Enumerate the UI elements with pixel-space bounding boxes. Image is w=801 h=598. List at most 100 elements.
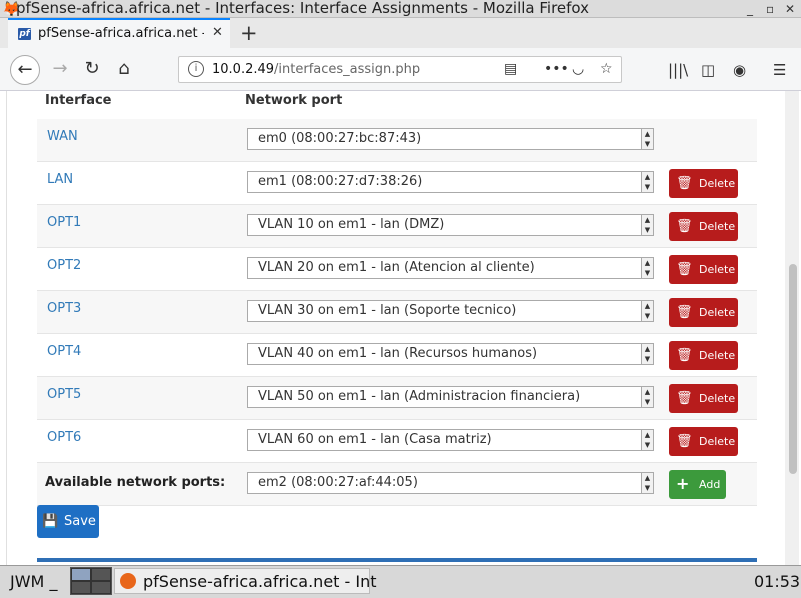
interface-link[interactable]: OPT6 xyxy=(47,430,81,445)
select-arrow-icon: ▲ ▼ xyxy=(641,387,653,407)
home-icon[interactable]: ⌂ xyxy=(110,56,138,82)
window-title: pfSense-africa.africa.net - Interfaces: … xyxy=(16,0,590,17)
add-label: Add xyxy=(699,478,721,491)
tab-pfsense[interactable]: pf pfSense-africa.africa.net - ✕ xyxy=(8,18,230,48)
trash-icon: 🗑 xyxy=(676,391,693,406)
table-header: Interface Network port xyxy=(37,91,757,120)
select-arrow-icon: ▲ ▼ xyxy=(641,258,653,278)
network-port-select[interactable]: em0 (08:00:27:bc:87:43) ▲ ▼ xyxy=(247,128,654,150)
available-port-select[interactable]: em2 (08:00:27:af:44:05) ▲ ▼ xyxy=(247,472,654,494)
url-host: 10.0.2.49 xyxy=(212,62,275,77)
delete-button[interactable]: 🗑 Delete xyxy=(669,341,738,370)
delete-label: Delete xyxy=(699,392,736,405)
workspace-3[interactable] xyxy=(71,581,91,594)
network-port-select[interactable]: VLAN 30 on em1 - lan (Soporte tecnico) ▲ ▼ xyxy=(247,300,654,322)
url-text[interactable]: 10.0.2.49/interfaces_assign.php xyxy=(212,62,420,77)
wm-menu-button[interactable]: JWM _ xyxy=(10,572,57,591)
plus-icon: + xyxy=(676,474,690,493)
available-ports-row: Available network ports: em2 (08:00:27:a… xyxy=(37,463,757,506)
tab-label: pfSense-africa.africa.net - xyxy=(38,26,204,41)
interface-link[interactable]: OPT3 xyxy=(47,301,81,316)
forward-arrow-icon[interactable]: → xyxy=(46,56,74,82)
select-arrow-icon: ▲ ▼ xyxy=(641,301,653,321)
delete-button[interactable]: 🗑 Delete xyxy=(669,384,738,413)
sidebar-icon[interactable]: ◫ xyxy=(701,61,715,79)
select-arrow-icon: ▲ ▼ xyxy=(641,215,653,235)
footer-accent-bar xyxy=(37,558,757,562)
account-icon[interactable]: ◉ xyxy=(733,61,746,79)
taskbar-firefox-task[interactable]: pfSense-africa.africa.net - Int xyxy=(114,568,377,594)
add-button[interactable]: + Add xyxy=(669,470,726,499)
delete-label: Delete xyxy=(699,177,736,190)
trash-icon: 🗑 xyxy=(676,434,693,449)
interface-link[interactable]: OPT2 xyxy=(47,258,81,273)
network-port-select[interactable]: VLAN 40 on em1 - lan (Recursos humanos) ▲… xyxy=(247,343,654,365)
select-value: em1 (08:00:27:d7:38:26) xyxy=(258,174,423,189)
save-button[interactable]: 💾 Save xyxy=(37,505,99,538)
reload-icon[interactable]: ↻ xyxy=(78,56,106,82)
save-label: Save xyxy=(64,514,96,529)
workspace-1[interactable] xyxy=(71,568,91,581)
window-titlebar: 🦊 pfSense-africa.africa.net - Interfaces… xyxy=(0,0,801,18)
floppy-disk-icon: 💾 xyxy=(42,514,59,529)
panel-border xyxy=(6,91,7,565)
pocket-icon[interactable]: ◡ xyxy=(572,61,584,77)
trash-icon: 🗑 xyxy=(676,305,693,320)
tab-close-icon[interactable]: ✕ xyxy=(212,25,223,40)
table-row: OPT1 VLAN 10 on em1 - lan (DMZ) ▲ ▼ 🗑 Delet… xyxy=(37,205,757,248)
select-arrow-icon: ▲ ▼ xyxy=(641,172,653,192)
firefox-icon xyxy=(120,573,136,589)
select-value: em0 (08:00:27:bc:87:43) xyxy=(258,131,422,146)
table-row: OPT6 VLAN 60 on em1 - lan (Casa matriz) ▲… xyxy=(37,420,757,463)
new-tab-icon[interactable]: + xyxy=(240,21,258,45)
delete-button[interactable]: 🗑 Delete xyxy=(669,298,738,327)
select-value: VLAN 50 on em1 - lan (Administracion fin… xyxy=(258,389,581,404)
select-arrow-icon: ▲ ▼ xyxy=(641,430,653,450)
delete-button[interactable]: 🗑 Delete xyxy=(669,212,738,241)
interface-link[interactable]: OPT4 xyxy=(47,344,81,359)
select-value: VLAN 30 on em1 - lan (Soporte tecnico) xyxy=(258,303,517,318)
taskbar: JWM _ pfSense-africa.africa.net - Int 01… xyxy=(0,565,801,598)
select-value: em2 (08:00:27:af:44:05) xyxy=(258,475,418,490)
page-actions-icon[interactable]: ••• xyxy=(544,61,569,77)
table-row: OPT5 VLAN 50 on em1 - lan (Administracio… xyxy=(37,377,757,420)
interface-link[interactable]: WAN xyxy=(47,129,78,144)
delete-label: Delete xyxy=(699,220,736,233)
info-icon[interactable]: i xyxy=(188,61,204,77)
interface-link[interactable]: OPT5 xyxy=(47,387,81,402)
table-row: OPT2 VLAN 20 on em1 - lan (Atencion al c… xyxy=(37,248,757,291)
menu-icon[interactable]: ☰ xyxy=(773,61,786,79)
select-value: VLAN 60 on em1 - lan (Casa matriz) xyxy=(258,432,492,447)
interface-link[interactable]: LAN xyxy=(47,172,73,187)
header-network-port: Network port xyxy=(245,93,343,108)
pfsense-favicon-icon: pf xyxy=(18,28,31,40)
select-arrow-icon: ▲ ▼ xyxy=(641,473,653,493)
reader-view-icon[interactable]: ▤ xyxy=(504,61,517,77)
network-port-select[interactable]: VLAN 10 on em1 - lan (DMZ) ▲ ▼ xyxy=(247,214,654,236)
back-arrow-icon[interactable]: ← xyxy=(10,55,40,85)
library-icon[interactable]: |||\ xyxy=(668,61,688,79)
scrollbar-thumb[interactable] xyxy=(789,264,797,474)
workspace-2[interactable] xyxy=(91,568,111,581)
trash-icon: 🗑 xyxy=(676,348,693,363)
minimize-button[interactable]: _ xyxy=(747,1,753,17)
url-bar[interactable]: i 10.0.2.49/interfaces_assign.php ▤ ••• … xyxy=(178,56,622,83)
network-port-select[interactable]: VLAN 60 on em1 - lan (Casa matriz) ▲ ▼ xyxy=(247,429,654,451)
workspace-pager[interactable] xyxy=(70,567,112,595)
delete-button[interactable]: 🗑 Delete xyxy=(669,255,738,284)
delete-button[interactable]: 🗑 Delete xyxy=(669,427,738,456)
table-row: OPT3 VLAN 30 on em1 - lan (Soporte tecni… xyxy=(37,291,757,334)
close-window-button[interactable]: ✕ xyxy=(785,1,795,17)
network-port-select[interactable]: VLAN 20 on em1 - lan (Atencion al client… xyxy=(247,257,654,279)
workspace-4[interactable] xyxy=(91,581,111,594)
table-row: WAN em0 (08:00:27:bc:87:43) ▲ ▼ xyxy=(37,119,757,162)
select-arrow-icon: ▲ ▼ xyxy=(641,129,653,149)
maximize-button[interactable]: ▫ xyxy=(766,1,774,17)
delete-button[interactable]: 🗑 Delete xyxy=(669,169,738,198)
task-label: pfSense-africa.africa.net - Int xyxy=(143,572,377,591)
delete-label: Delete xyxy=(699,435,736,448)
network-port-select[interactable]: VLAN 50 on em1 - lan (Administracion fin… xyxy=(247,386,654,408)
bookmark-star-icon[interactable]: ☆ xyxy=(600,61,613,77)
interface-link[interactable]: OPT1 xyxy=(47,215,81,230)
network-port-select[interactable]: em1 (08:00:27:d7:38:26) ▲ ▼ xyxy=(247,171,654,193)
